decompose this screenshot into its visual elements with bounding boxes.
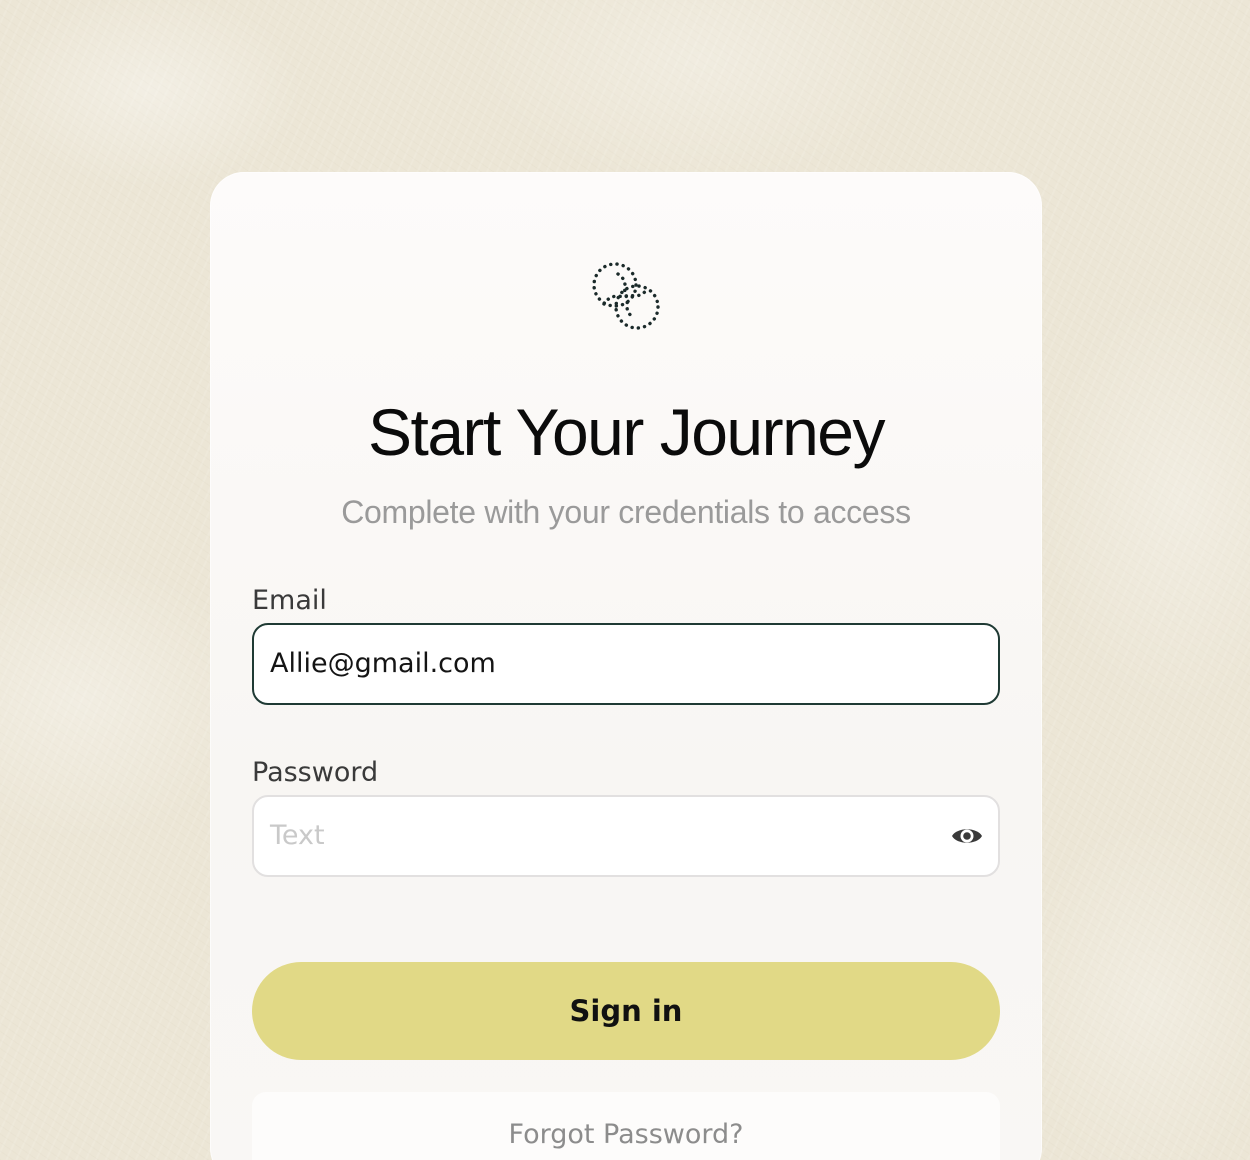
email-field[interactable]: Allie@gmail.com [252, 623, 1000, 705]
eye-icon[interactable] [950, 823, 984, 849]
sign-in-card: Start Your Journey Complete with your cr… [210, 172, 1042, 1160]
page-title: Start Your Journey [367, 395, 886, 469]
sign-in-label: Sign in [569, 994, 683, 1028]
password-field[interactable]: Text [252, 795, 1000, 877]
sign-in-button[interactable]: Sign in [252, 962, 1000, 1060]
page-subtitle: Complete with your credentials to access [341, 494, 911, 530]
logo-icon [582, 252, 670, 340]
forgot-password-area: Forgot Password? [252, 1092, 1000, 1160]
password-placeholder[interactable]: Text [270, 797, 325, 875]
email-value[interactable]: Allie@gmail.com [270, 625, 496, 703]
email-label: Email [252, 585, 327, 616]
forgot-password-link[interactable]: Forgot Password? [252, 1118, 1000, 1152]
password-label: Password [252, 757, 379, 788]
